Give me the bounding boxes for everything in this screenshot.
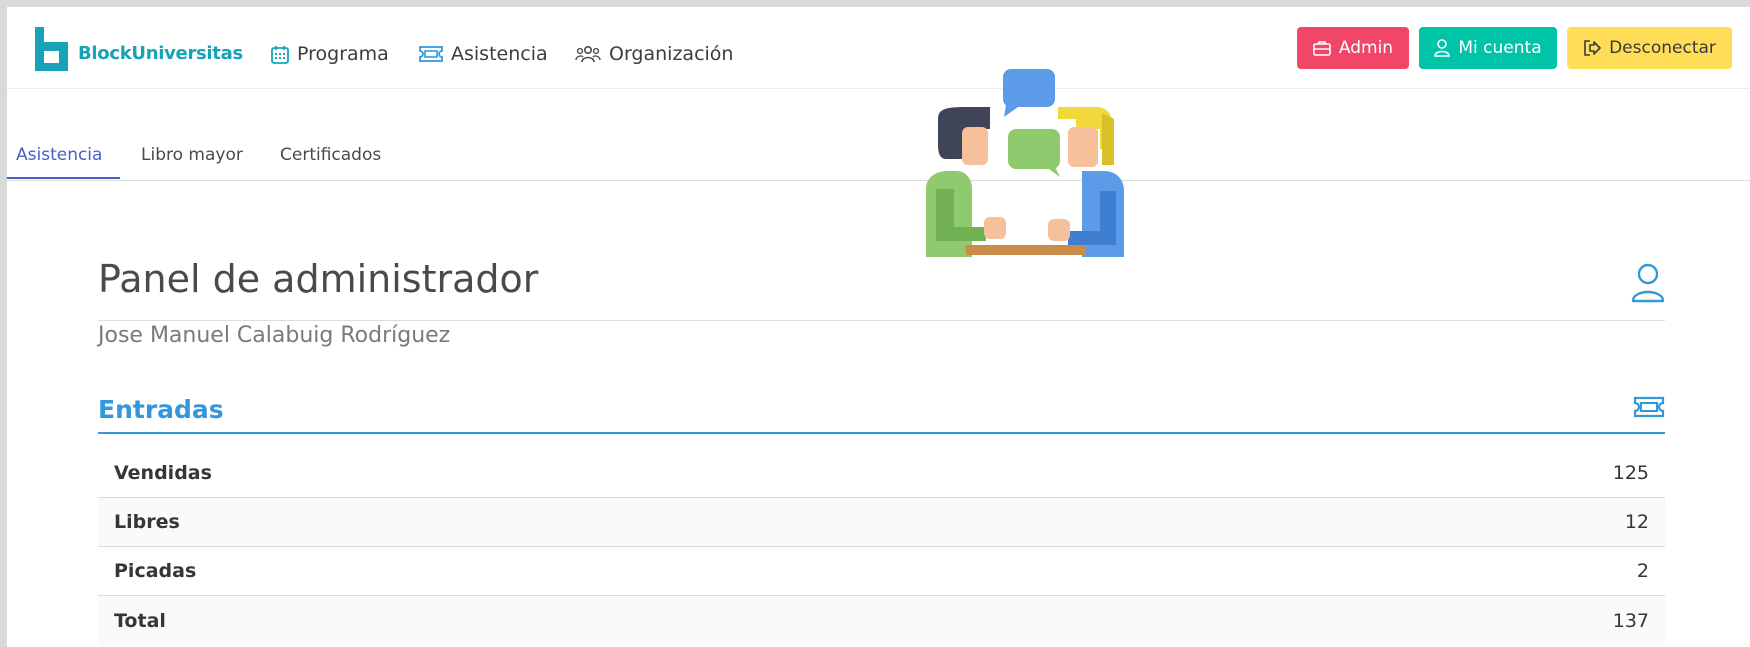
admin-button-label: Admin	[1338, 38, 1394, 58]
stat-label-picadas: Picadas	[114, 560, 197, 582]
briefcase-icon	[1313, 41, 1331, 56]
table-row: Vendidas 125	[98, 449, 1665, 498]
nav-organizacion-label: Organización	[609, 43, 734, 65]
logout-icon	[1584, 40, 1601, 56]
tab-certificados-label: Certificados	[280, 145, 382, 165]
nav-asistencia[interactable]: Asistencia	[419, 43, 548, 65]
my-account-button[interactable]: Mi cuenta	[1419, 27, 1557, 69]
nav-organizacion[interactable]: Organización	[575, 43, 733, 65]
admin-button[interactable]: Admin	[1297, 27, 1409, 69]
conversation-illustration	[926, 69, 1124, 257]
my-account-button-label: Mi cuenta	[1458, 38, 1542, 58]
user-profile-icon	[1631, 263, 1665, 303]
tab-bar: Asistencia Libro mayor Certificados	[7, 135, 1750, 181]
stat-value-libres: 12	[1624, 511, 1649, 533]
stat-value-vendidas: 125	[1612, 462, 1649, 484]
logout-button-label: Desconectar	[1609, 38, 1716, 58]
stat-value-total: 137	[1612, 609, 1649, 632]
tab-certificados[interactable]: Certificados	[280, 145, 381, 177]
tab-asistencia[interactable]: Asistencia	[7, 145, 121, 179]
users-icon	[575, 45, 601, 63]
stat-value-picadas: 2	[1636, 560, 1649, 582]
ticket-icon	[1633, 396, 1665, 418]
top-navbar: BlockUniversitas Programa Asistencia Org…	[7, 7, 1750, 89]
nav-programa-label: Programa	[297, 43, 389, 65]
nav-programa[interactable]: Programa	[271, 43, 389, 65]
stat-label-libres: Libres	[114, 511, 180, 533]
table-row: Picadas 2	[98, 547, 1665, 596]
stat-label-total: Total	[114, 609, 166, 632]
table-row: Total 137	[98, 596, 1665, 645]
brand[interactable]: BlockUniversitas	[35, 27, 243, 71]
section-divider	[98, 432, 1665, 434]
table-row: Libres 12	[98, 498, 1665, 547]
nav-asistencia-label: Asistencia	[451, 43, 548, 65]
ticket-icon	[419, 46, 443, 62]
app-frame: BlockUniversitas Programa Asistencia Org…	[7, 7, 1750, 647]
brand-name: BlockUniversitas	[78, 42, 243, 64]
tab-libro-mayor-label: Libro mayor	[141, 145, 243, 165]
tab-libro-mayor[interactable]: Libro mayor	[141, 145, 243, 177]
stat-label-vendidas: Vendidas	[114, 462, 212, 484]
admin-panel: Panel de administrador Jose Manuel Calab…	[98, 257, 1665, 645]
title-divider	[98, 320, 1665, 321]
brand-logo-icon	[35, 27, 68, 71]
section-title-entradas: Entradas	[98, 395, 224, 424]
logout-button[interactable]: Desconectar	[1567, 27, 1732, 69]
admin-user-name: Jose Manuel Calabuig Rodríguez	[98, 323, 451, 348]
tickets-stats-table: Vendidas 125 Libres 12 Picadas 2 Total 1…	[98, 449, 1665, 645]
user-icon	[1434, 39, 1451, 57]
calendar-icon	[271, 45, 289, 64]
page-title: Panel de administrador	[98, 257, 539, 301]
tab-asistencia-label: Asistencia	[16, 145, 103, 165]
